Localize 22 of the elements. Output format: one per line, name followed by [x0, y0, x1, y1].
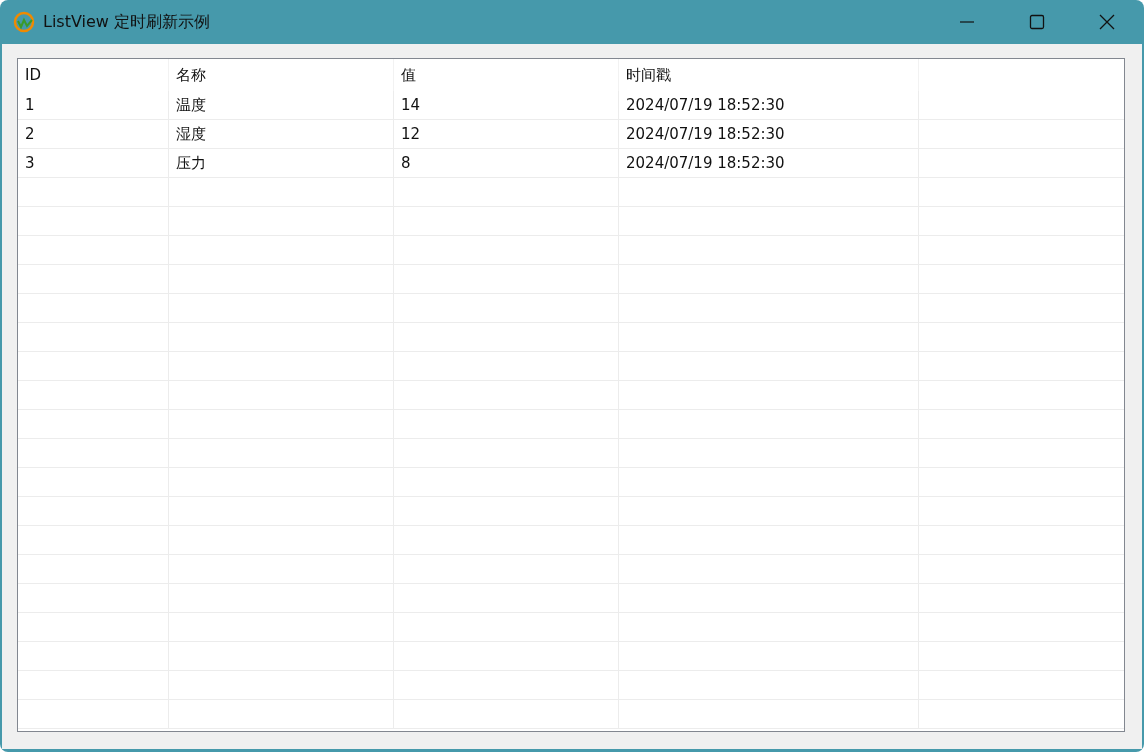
- table-cell: 湿度: [176, 124, 206, 144]
- column-header[interactable]: 值: [401, 65, 416, 85]
- table-cell: 3: [25, 154, 35, 172]
- table-cell: 2024/07/19 18:52:30: [626, 125, 785, 143]
- table-cell: 8: [401, 154, 411, 172]
- column-header[interactable]: 名称: [176, 65, 206, 85]
- list-view[interactable]: ID 名称 值 时间戳 1 温度 14 2024/07/19 18:52:30 2 湿度 12 2024/07/19 18:52:30 3 压力 8 2024/07/19 18:52:30: [17, 58, 1125, 732]
- close-icon: [1099, 14, 1115, 30]
- column-header[interactable]: ID: [25, 66, 41, 84]
- table-cell: 14: [401, 96, 421, 114]
- table-cell: 2024/07/19 18:52:30: [626, 154, 785, 172]
- table-cell: 温度: [176, 95, 206, 115]
- window-title: ListView 定时刷新示例: [43, 11, 211, 33]
- minimize-icon: [959, 21, 975, 23]
- table-cell: 压力: [176, 153, 206, 173]
- table-cell: 2: [25, 125, 35, 143]
- app-logo-icon: [13, 11, 35, 33]
- maximize-icon: [1029, 14, 1045, 30]
- column-header[interactable]: 时间戳: [626, 65, 671, 85]
- table-cell: 2024/07/19 18:52:30: [626, 96, 785, 114]
- table-cell: 12: [401, 125, 421, 143]
- table-cell: 1: [25, 96, 35, 114]
